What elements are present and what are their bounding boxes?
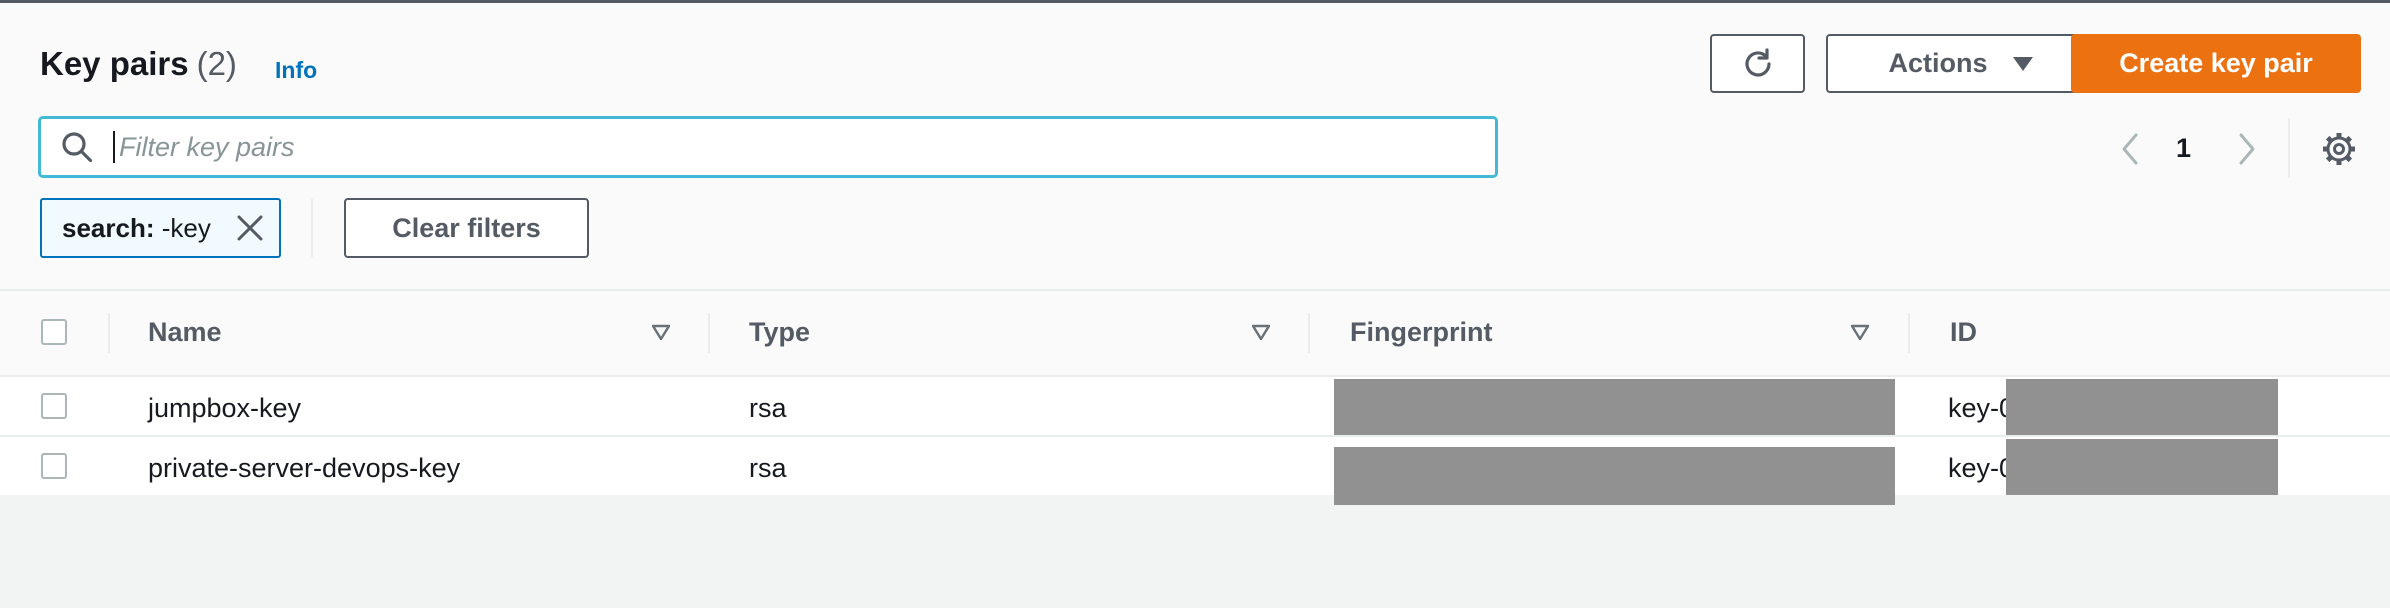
filter-token: search: -key [40, 198, 281, 258]
select-all-checkbox[interactable] [41, 319, 67, 345]
column-divider [1908, 313, 1910, 353]
search-box[interactable] [38, 116, 1498, 178]
chevron-right-icon[interactable] [2232, 131, 2262, 167]
page-title-text: Key pairs [40, 45, 189, 82]
filter-token-key: search: [62, 212, 155, 243]
sort-icon[interactable] [1250, 321, 1272, 343]
pagination-divider [2288, 118, 2290, 178]
key-pair-count: (2) [196, 45, 237, 82]
column-header-type[interactable]: Type [749, 317, 810, 348]
row-checkbox[interactable] [41, 393, 67, 419]
cell-id: key-0 [1948, 453, 2015, 483]
table-row[interactable]: private-server-devops-key rsa key-0 [0, 437, 2390, 505]
info-link[interactable]: Info [275, 57, 317, 84]
caret-down-icon [2012, 56, 2033, 71]
create-key-pair-button[interactable]: Create key pair [2071, 34, 2361, 93]
column-divider [708, 313, 710, 353]
sort-icon[interactable] [650, 321, 672, 343]
column-header-fingerprint[interactable]: Fingerprint [1350, 317, 1493, 348]
close-icon[interactable] [235, 213, 265, 243]
column-header-id[interactable]: ID [1950, 317, 1977, 348]
refresh-icon [1744, 47, 1771, 77]
row-checkbox[interactable] [41, 453, 67, 479]
settings-gear-icon[interactable] [2320, 130, 2358, 168]
table-header: Name Type Fingerprint ID [0, 291, 2390, 375]
filter-divider [311, 199, 313, 257]
redacted-id [2006, 439, 2278, 495]
page-title: Key pairs (2) [40, 45, 237, 83]
clear-filters-button[interactable]: Clear filters [344, 198, 589, 258]
column-divider [108, 313, 110, 353]
filter-token-value: -key [161, 212, 211, 243]
key-pairs-panel: Key pairs (2) Info Actions Create key pai… [0, 0, 2390, 505]
cell-name: jumpbox-key [148, 393, 302, 423]
actions-dropdown-button[interactable]: Actions [1826, 34, 2096, 93]
search-icon [62, 132, 93, 163]
redacted-id [2006, 379, 2278, 435]
column-header-name[interactable]: Name [148, 317, 222, 348]
search-input[interactable] [117, 130, 1461, 164]
cell-name: private-server-devops-key [148, 453, 461, 483]
redacted-fingerprint [1334, 447, 1895, 505]
cell-id: key-0 [1948, 393, 2015, 423]
filter-token-label: search: -key [62, 213, 211, 244]
refresh-button[interactable] [1710, 34, 1805, 93]
chevron-left-icon[interactable] [2115, 131, 2145, 167]
redacted-fingerprint [1334, 379, 1895, 435]
actions-label: Actions [1888, 48, 1988, 78]
text-cursor [113, 131, 115, 163]
cell-type: rsa [749, 393, 787, 423]
column-divider [1308, 313, 1310, 353]
table-row[interactable]: jumpbox-key rsa key-0 [0, 377, 2390, 435]
cell-type: rsa [749, 453, 787, 483]
current-page-number[interactable]: 1 [2176, 133, 2191, 164]
sort-icon[interactable] [1849, 321, 1871, 343]
